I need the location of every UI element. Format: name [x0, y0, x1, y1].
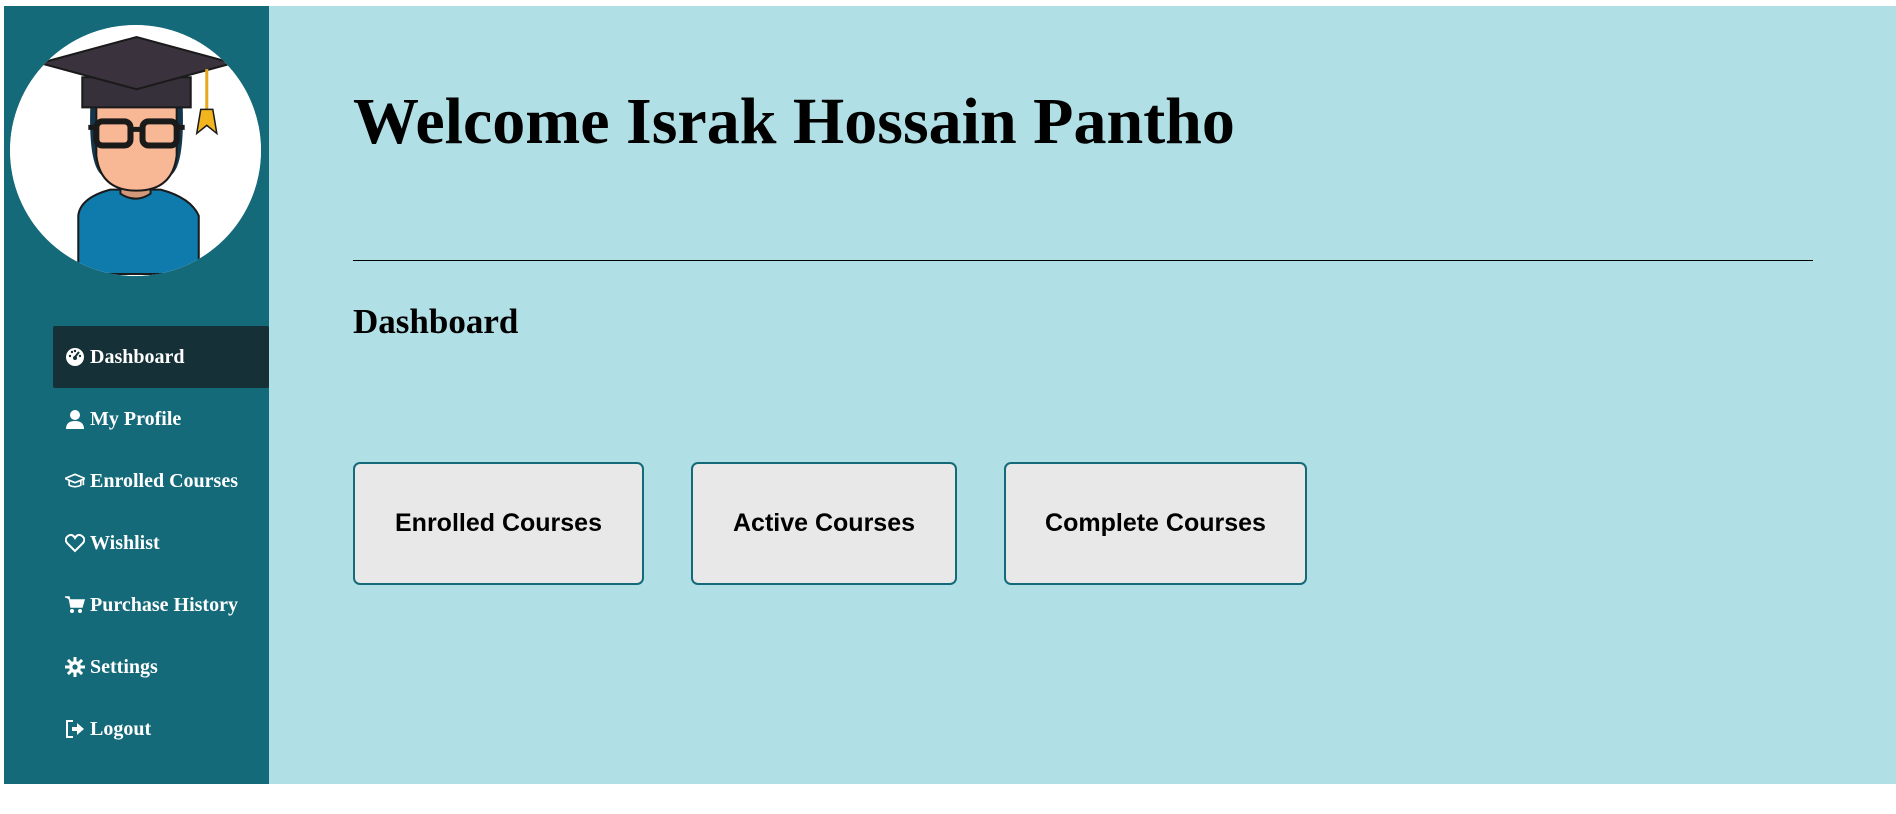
sidebar-item-dashboard[interactable]: Dashboard: [53, 326, 269, 388]
user-icon: [64, 408, 86, 430]
sidebar-nav: Dashboard My Profile Enrolled Courses Wi…: [53, 326, 269, 760]
active-courses-card[interactable]: Active Courses: [691, 462, 957, 585]
complete-courses-card[interactable]: Complete Courses: [1004, 462, 1307, 585]
sidebar-item-label: My Profile: [90, 407, 182, 430]
sidebar-item-label: Settings: [90, 655, 158, 678]
avatar: [10, 25, 261, 276]
enrolled-courses-card[interactable]: Enrolled Courses: [353, 462, 644, 585]
stat-cards: Enrolled Courses Active Courses Complete…: [353, 462, 1307, 585]
sidebar: Dashboard My Profile Enrolled Courses Wi…: [4, 6, 269, 784]
main-content: Welcome Israk Hossain Pantho Dashboard E…: [269, 6, 1896, 784]
sidebar-item-wishlist[interactable]: Wishlist: [53, 512, 269, 574]
sidebar-item-enrolled-courses[interactable]: Enrolled Courses: [53, 450, 269, 512]
sidebar-item-label: Dashboard: [90, 345, 185, 368]
divider: [353, 260, 1813, 261]
graduation-cap-icon: [64, 470, 86, 492]
sidebar-item-settings[interactable]: Settings: [53, 636, 269, 698]
sidebar-item-label: Purchase History: [90, 593, 238, 616]
app: Dashboard My Profile Enrolled Courses Wi…: [4, 6, 1896, 784]
graduate-avatar-icon: [10, 25, 261, 276]
section-title: Dashboard: [353, 302, 519, 341]
dashboard-icon: [64, 346, 86, 368]
heart-icon: [64, 532, 86, 554]
logout-icon: [64, 718, 86, 740]
sidebar-item-label: Logout: [90, 717, 152, 740]
welcome-heading: Welcome Israk Hossain Pantho: [353, 85, 1235, 158]
sidebar-item-my-profile[interactable]: My Profile: [53, 388, 269, 450]
sidebar-item-label: Wishlist: [90, 531, 160, 554]
cart-icon: [64, 594, 86, 616]
gear-icon: [64, 656, 86, 678]
sidebar-item-label: Enrolled Courses: [90, 469, 238, 492]
sidebar-item-purchase-history[interactable]: Purchase History: [53, 574, 269, 636]
sidebar-item-logout[interactable]: Logout: [53, 698, 269, 760]
